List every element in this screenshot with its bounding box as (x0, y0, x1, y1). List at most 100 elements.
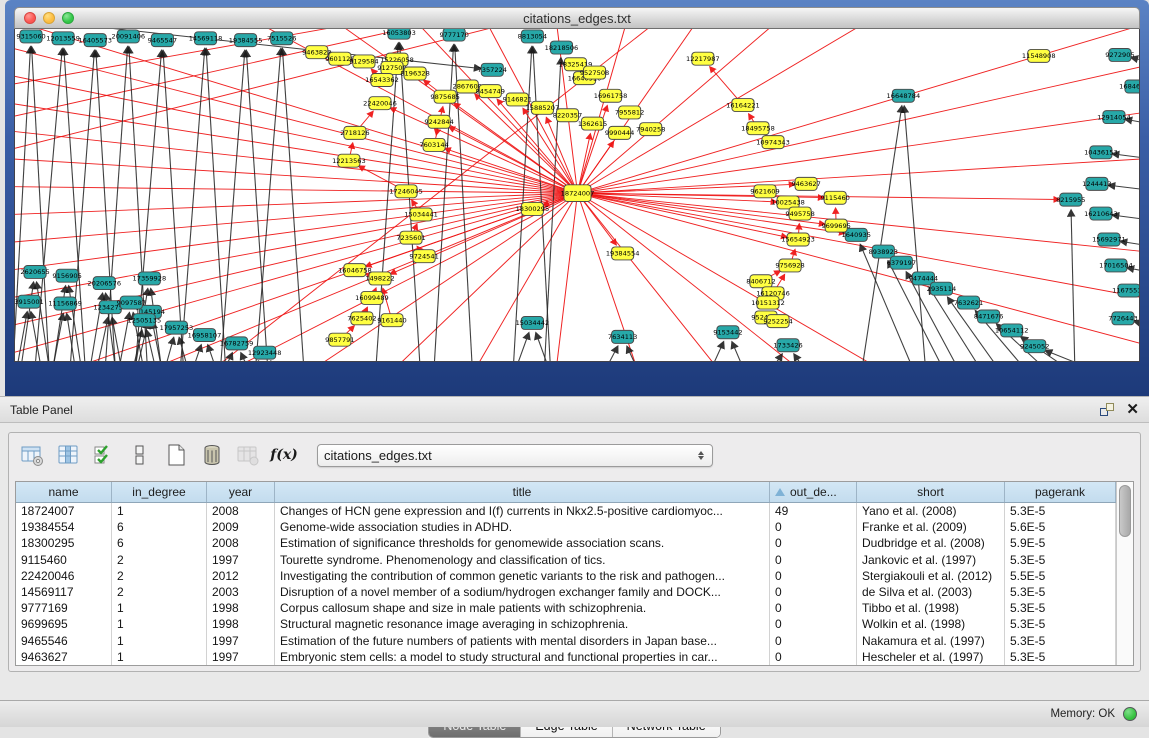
network-view[interactable]: 1872400793150601201355916405573200914069… (14, 29, 1140, 362)
vertical-scrollbar[interactable] (1116, 482, 1133, 665)
graph-node[interactable]: 8220357 (553, 109, 582, 122)
table-row[interactable]: 977716911998Corpus callosum shape and si… (16, 600, 1116, 616)
table-row[interactable]: 969969511998Structural magnetic resonanc… (16, 616, 1116, 632)
graph-node[interactable]: 15034441 (404, 208, 438, 221)
graph-node[interactable]: 8196328 (400, 67, 429, 80)
graph-node[interactable]: 9315060 (16, 30, 45, 43)
column-header-in_degree[interactable]: in_degree (112, 482, 207, 502)
graph-node[interactable]: 9272905 (1105, 48, 1134, 61)
graph-node[interactable]: 8813054 (518, 30, 547, 43)
graph-node[interactable]: 8215955 (1056, 193, 1085, 206)
graph-node[interactable]: 9153442 (713, 326, 742, 339)
graph-node[interactable]: 19384554 (606, 247, 640, 260)
graph-node[interactable]: 2718126 (340, 126, 369, 139)
select-rows-icon[interactable] (91, 442, 117, 468)
graph-node[interactable]: 11156869 (48, 297, 82, 310)
graph-node[interactable]: 18218506 (545, 41, 579, 54)
network-canvas[interactable]: 1872400793150601201355916405573200914069… (15, 29, 1139, 361)
table-row[interactable]: 1456911722003Disruption of a novel membe… (16, 584, 1116, 600)
graph-node[interactable]: 12923448 (248, 346, 282, 359)
graph-node[interactable]: 9875685 (430, 90, 459, 103)
graph-node[interactable]: 9756928 (775, 259, 804, 272)
scrollbar-thumb[interactable] (1119, 485, 1131, 537)
network-window-titlebar[interactable]: citations_edges.txt (14, 7, 1140, 29)
graph-node[interactable]: 9242844 (424, 115, 453, 128)
graph-node[interactable]: 9097587 (117, 296, 146, 309)
graph-node[interactable]: 2935114 (927, 282, 956, 295)
column-header-pagerank[interactable]: pagerank (1005, 482, 1116, 502)
table-row[interactable]: 911546021997Tourette syndrome. Phenomeno… (16, 552, 1116, 568)
graph-node[interactable]: 7632621 (954, 296, 983, 309)
graph-node[interactable]: 16846844 (1119, 80, 1139, 93)
graph-node[interactable]: 3915001 (15, 295, 44, 308)
graph-node[interactable]: 7235601 (396, 231, 425, 244)
graph-node[interactable]: 15654923 (781, 233, 815, 246)
graph-node[interactable]: 9161440 (377, 314, 406, 327)
table-row[interactable]: 2242004622012Investigating the contribut… (16, 568, 1116, 584)
graph-node[interactable]: 16099489 (355, 291, 389, 304)
toggle-view-icon[interactable] (127, 442, 153, 468)
graph-node[interactable]: 9621609 (750, 185, 779, 198)
graph-node[interactable]: 9129584 (349, 55, 378, 68)
float-panel-icon[interactable] (1100, 403, 1114, 416)
table-row[interactable]: 946362711997Embryonic stem cells: a mode… (16, 649, 1116, 665)
graph-node[interactable]: 9527508 (580, 66, 609, 79)
graph-node[interactable]: 12914054 (1097, 111, 1131, 124)
graph-node[interactable]: 8471676 (974, 310, 1003, 323)
graph-node[interactable]: 9465547 (148, 34, 177, 47)
graph-node[interactable]: 7357224 (478, 63, 507, 76)
graph-node[interactable]: 9777170 (439, 29, 468, 41)
graph-node[interactable]: 15692971 (1092, 233, 1126, 246)
graph-node[interactable]: 7625402 (347, 312, 376, 325)
graph-node[interactable]: 9495758 (785, 207, 814, 220)
graph-node[interactable]: 7634113 (608, 330, 637, 343)
graph-node[interactable]: 16961758 (594, 89, 628, 102)
column-header-out_de[interactable]: out_de... (770, 482, 857, 502)
graph-node[interactable]: 16210643 (1084, 207, 1118, 220)
graph-node[interactable]: 1244413 (1082, 177, 1111, 190)
column-header-title[interactable]: title (275, 482, 770, 502)
close-panel-icon[interactable]: ✕ (1126, 403, 1139, 416)
graph-node[interactable]: 11675533 (1112, 284, 1139, 297)
graph-node[interactable]: 16053803 (382, 29, 416, 39)
table-row[interactable]: 1830029562008Estimation of significance … (16, 535, 1116, 551)
graph-node[interactable]: 8454749 (476, 85, 505, 98)
column-header-year[interactable]: year (207, 482, 275, 502)
graph-node[interactable]: 6379197 (887, 256, 916, 269)
graph-node[interactable]: 12213563 (332, 154, 366, 167)
new-column-icon[interactable] (163, 442, 189, 468)
graph-node[interactable]: 9252254 (763, 315, 792, 328)
graph-node[interactable]: 7955812 (615, 106, 644, 119)
graph-node[interactable]: 12013559 (46, 32, 80, 45)
graph-node[interactable]: 12217987 (686, 52, 720, 65)
delete-columns-icon[interactable] (199, 442, 225, 468)
graph-node[interactable]: 7515526 (267, 32, 296, 45)
graph-node[interactable]: 14569118 (189, 32, 223, 45)
graph-node[interactable]: 18495758 (741, 122, 775, 135)
graph-node[interactable]: 1733426 (773, 339, 802, 352)
graph-node[interactable]: 10151312 (751, 296, 785, 309)
show-columns-icon[interactable] (55, 442, 81, 468)
graph-node[interactable]: 16164221 (726, 99, 760, 112)
graph-node[interactable]: 2620655 (20, 265, 49, 278)
graph-node[interactable]: 1362615 (578, 117, 607, 130)
graph-node[interactable]: 7726443 (1108, 312, 1137, 325)
function-builder-icon[interactable]: f(x) (271, 442, 297, 468)
table-selector-dropdown[interactable]: citations_edges.txt (317, 444, 713, 467)
graph-node[interactable]: 10654112 (995, 324, 1029, 337)
graph-node[interactable]: 22420046 (363, 97, 397, 110)
graph-node[interactable]: 16405573 (78, 34, 112, 47)
graph-node[interactable]: 9245052 (1020, 340, 1049, 353)
graph-node[interactable]: 17016504 (1099, 259, 1133, 272)
table-row[interactable]: 1872400712008Changes of HCN gene express… (16, 503, 1116, 519)
graph-node[interactable]: 7940258 (636, 123, 665, 136)
column-header-short[interactable]: short (857, 482, 1005, 502)
delete-table-icon[interactable] (235, 442, 261, 468)
graph-node[interactable]: 9857791 (325, 333, 354, 346)
graph-node[interactable]: 16543362 (365, 74, 399, 87)
graph-node[interactable]: 9724541 (409, 250, 438, 263)
graph-node[interactable]: 16648784 (887, 89, 921, 102)
table-row[interactable]: 946554611997Estimation of the future num… (16, 633, 1116, 649)
graph-node[interactable]: 9699695 (821, 219, 850, 232)
graph-node[interactable]: 17246045 (389, 185, 423, 198)
